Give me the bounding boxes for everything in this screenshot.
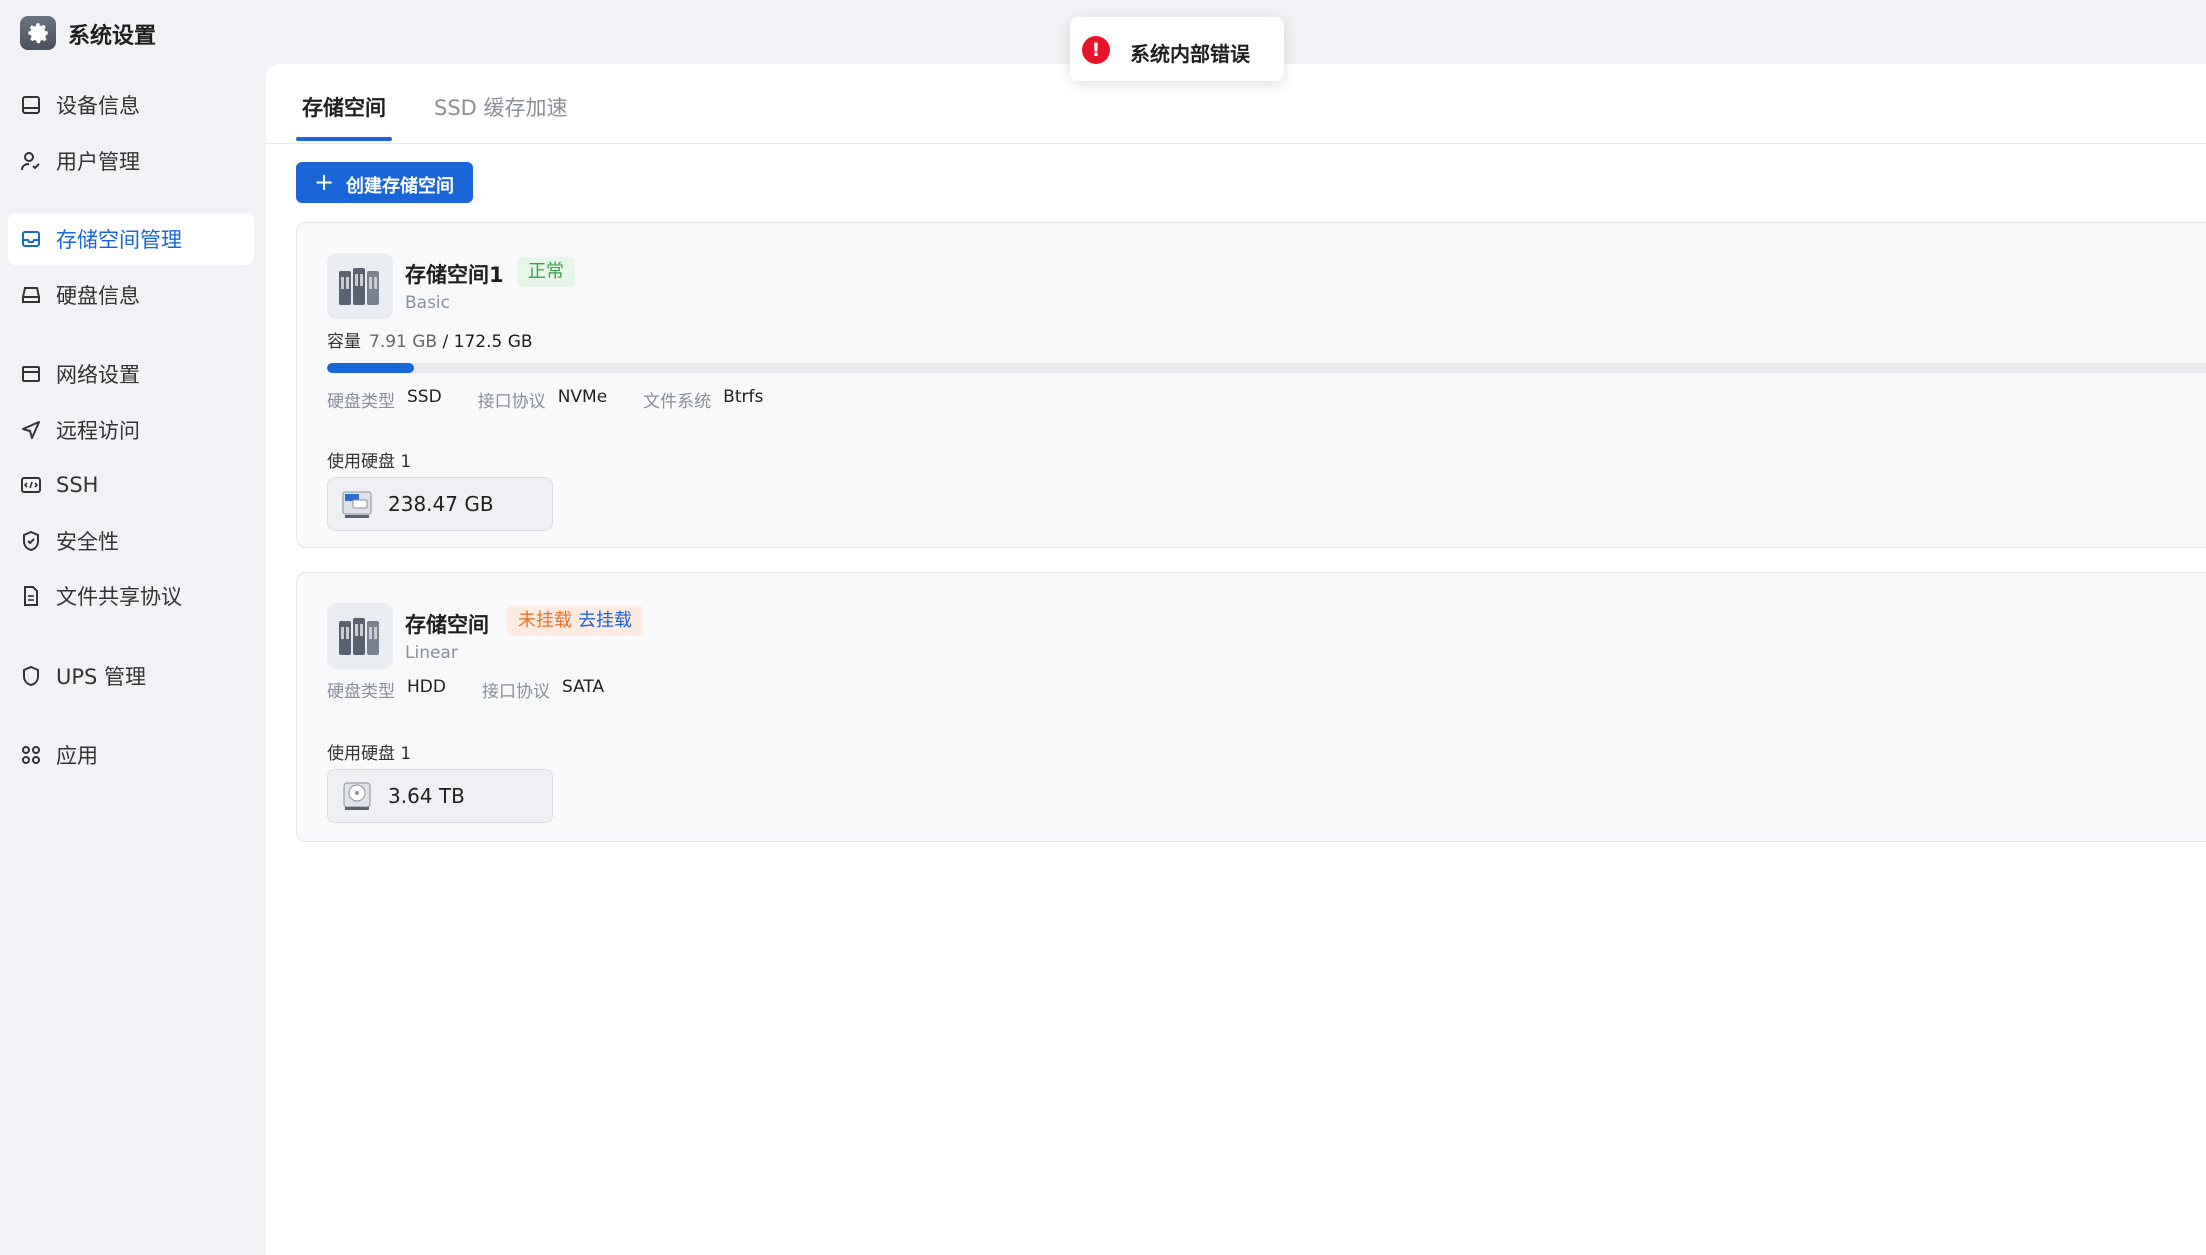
file-icon <box>24 586 38 606</box>
settings-gear-icon <box>20 16 56 50</box>
sidebar-item-disk-info[interactable]: 硬盘信息 <box>8 269 254 321</box>
hdd-icon <box>343 782 371 810</box>
disk-type-label: 硬盘类型 <box>327 392 395 412</box>
sidebar-item-user-management[interactable]: 用户管理 <box>8 135 254 187</box>
sidebar-item-remote-access[interactable]: 远程访问 <box>8 404 254 456</box>
user-icon <box>21 152 40 171</box>
pool-type: Linear <box>405 643 458 663</box>
sidebar-item-device-info[interactable]: 设备信息 <box>8 79 254 131</box>
storage-pool-icon <box>327 603 393 669</box>
sidebar-item-ssh[interactable]: SSH <box>8 459 254 511</box>
disk-type-value: HDD <box>407 677 446 697</box>
interface-label: 接口协议 <box>481 682 550 702</box>
shield-icon <box>23 530 39 552</box>
interface-value: NVMe <box>557 387 608 407</box>
app-title: 系统设置 <box>68 24 157 49</box>
sidebar-item-label: 存储空间管理 <box>56 228 182 252</box>
capacity-label: 容量 <box>327 332 361 352</box>
status-badge: 未挂载 去挂载 <box>507 606 643 636</box>
disk-chip[interactable]: 238.47 GB <box>327 477 553 531</box>
active-tab-indicator <box>296 137 392 141</box>
remote-icon <box>22 421 40 439</box>
pool-type: Basic <box>405 293 451 313</box>
sidebar-item-file-sharing[interactable]: 文件共享协议 <box>8 570 254 622</box>
main-panel: 存储空间 SSD 缓存加速 + 创建存储空间 存储空间1 正常 Basic 容量… <box>266 64 2206 1255</box>
error-icon: ! <box>1082 36 1110 64</box>
sidebar-item-label: SSH <box>56 473 99 497</box>
capacity-used: 7.91 GB <box>369 332 438 352</box>
filesystem-label: 文件系统 <box>643 392 712 412</box>
used-disks-label: 使用硬盘 1 <box>327 744 412 764</box>
storage-pool-card: 存储空间 未挂载 去挂载 Linear 硬盘类型 HDD 接口协议 SATA 使用… <box>296 572 2206 842</box>
sidebar: 设备信息 用户管理 存储空间管理 硬盘信息 网络设置 远程访问 SSH 安全性 … <box>0 64 266 1255</box>
apps-icon <box>22 746 40 764</box>
create-storage-label: 创建存储空间 <box>346 176 454 197</box>
device-icon <box>22 96 40 114</box>
status-text: 未挂载 <box>518 610 572 631</box>
tab-storage-space[interactable]: 存储空间 <box>302 92 386 122</box>
status-badge: 正常 <box>517 257 575 287</box>
sidebar-item-label: 网络设置 <box>56 363 140 387</box>
sidebar-item-label: 远程访问 <box>56 419 140 443</box>
used-disks-label: 使用硬盘 1 <box>327 452 412 472</box>
disk-size: 3.64 TB <box>388 784 465 808</box>
pool-meta-row: 硬盘类型 HDD 接口协议 SATA <box>327 677 640 702</box>
sidebar-item-label: 硬盘信息 <box>56 284 140 308</box>
sidebar-item-label: 用户管理 <box>56 150 140 174</box>
harddisk-icon <box>22 287 40 303</box>
disk-type-label: 硬盘类型 <box>327 682 395 702</box>
ups-icon <box>23 665 39 687</box>
toast-message: 系统内部错误 <box>1130 42 1250 66</box>
sidebar-item-storage-management[interactable]: 存储空间管理 <box>8 213 254 265</box>
sidebar-item-network[interactable]: 网络设置 <box>8 348 254 400</box>
filesystem-value: Btrfs <box>723 387 764 407</box>
capacity-row: 容量 7.91 GB / 172.5 GB <box>327 327 533 352</box>
sidebar-item-ups[interactable]: UPS 管理 <box>8 650 254 702</box>
mount-link[interactable]: 去挂载 <box>578 610 632 631</box>
interface-label: 接口协议 <box>477 392 546 412</box>
create-storage-button[interactable]: + 创建存储空间 <box>296 162 473 203</box>
disk-size: 238.47 GB <box>388 492 494 516</box>
sidebar-item-apps[interactable]: 应用 <box>8 729 254 781</box>
storage-icon <box>22 231 40 247</box>
capacity-total: / 172.5 GB <box>442 332 533 352</box>
ssd-icon <box>342 491 372 518</box>
capacity-progress-fill <box>327 363 414 373</box>
sidebar-item-label: UPS 管理 <box>56 665 147 689</box>
pool-meta-row: 硬盘类型 SSD 接口协议 NVMe 文件系统 Btrfs <box>327 387 799 412</box>
error-toast: ! 系统内部错误 <box>1070 17 1284 81</box>
pool-name: 存储空间 <box>405 613 489 637</box>
sidebar-item-label: 安全性 <box>56 530 119 554</box>
interface-value: SATA <box>561 677 605 697</box>
sidebar-item-label: 应用 <box>56 744 98 768</box>
sidebar-item-label: 文件共享协议 <box>56 585 182 609</box>
storage-pool-icon <box>327 253 393 319</box>
pool-name: 存储空间1 <box>405 263 504 287</box>
disk-chip[interactable]: 3.64 TB <box>327 769 553 823</box>
app-header: 系统设置 <box>0 0 266 64</box>
network-icon <box>22 366 40 382</box>
sidebar-item-label: 设备信息 <box>56 94 140 118</box>
capacity-progress-bar <box>327 363 2206 373</box>
sidebar-item-security[interactable]: 安全性 <box>8 515 254 567</box>
plus-icon: + <box>314 168 335 196</box>
ssh-icon <box>21 477 41 493</box>
tab-ssd-cache[interactable]: SSD 缓存加速 <box>434 92 568 122</box>
storage-pool-card: 存储空间1 正常 Basic 容量 7.91 GB / 172.5 GB 硬盘类型… <box>296 222 2206 548</box>
disk-type-value: SSD <box>407 387 442 407</box>
